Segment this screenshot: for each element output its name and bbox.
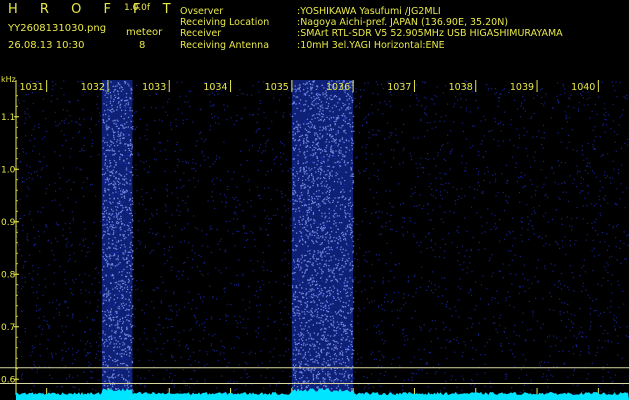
x-tick-label: 1036 bbox=[326, 82, 350, 93]
info-value-antenna: :10mH 3el.YAGI Horizontal:ENE bbox=[297, 40, 445, 51]
meteor-label: meteor bbox=[126, 27, 163, 38]
y-tick-label: 0.9 bbox=[1, 218, 16, 228]
y-axis-unit: kHz bbox=[1, 75, 16, 84]
spectrogram-plot: 1.1 1.0 0.9 0.8 0.7 0.6 1031 1032 1033 1034 1035 1… bbox=[0, 76, 629, 400]
file-name: YY2608131030.png bbox=[8, 23, 107, 34]
header-panel: H R O F F T 1.0.0f YY2608131030.png mete… bbox=[0, 0, 629, 76]
y-tick-label: 1.1 bbox=[1, 113, 15, 123]
info-label-antenna: Receiving Antenna bbox=[180, 40, 270, 51]
app-title: H R O F F T bbox=[8, 2, 180, 17]
x-tick-label: 1032 bbox=[81, 82, 105, 93]
y-tick-label: 0.7 bbox=[1, 323, 15, 333]
y-tick-label: 0.6 bbox=[1, 375, 16, 385]
meteor-count: 8 bbox=[139, 40, 146, 51]
x-tick-label: 1040 bbox=[571, 82, 595, 93]
x-tick-label: 1035 bbox=[265, 82, 289, 93]
x-tick-label: 1031 bbox=[19, 82, 43, 93]
x-tick-label: 1038 bbox=[449, 82, 473, 93]
info-label-receiver: Receiver bbox=[180, 28, 222, 39]
info-label-observer: Ovserver bbox=[180, 6, 224, 17]
x-tick-label: 1039 bbox=[510, 82, 534, 93]
x-tick-label: 1033 bbox=[142, 82, 166, 93]
app-version: 1.0.0f bbox=[124, 3, 151, 13]
info-label-location: Receiving Location bbox=[180, 17, 270, 28]
y-tick-label: 1.0 bbox=[1, 165, 16, 175]
x-tick-label: 1037 bbox=[387, 82, 411, 93]
y-tick-label: 0.8 bbox=[1, 270, 16, 280]
x-tick-label: 1034 bbox=[203, 82, 227, 93]
info-value-receiver: :SMArt RTL-SDR V5 52.905MHz USB HIGASHIM… bbox=[297, 28, 563, 39]
info-value-observer: :YOSHIKAWA Yasufumi /JG2MLI bbox=[297, 6, 441, 17]
date-time: 26.08.13 10:30 bbox=[8, 40, 85, 51]
info-value-location: :Nagoya Aichi-pref. JAPAN (136.90E, 35.2… bbox=[297, 17, 509, 28]
